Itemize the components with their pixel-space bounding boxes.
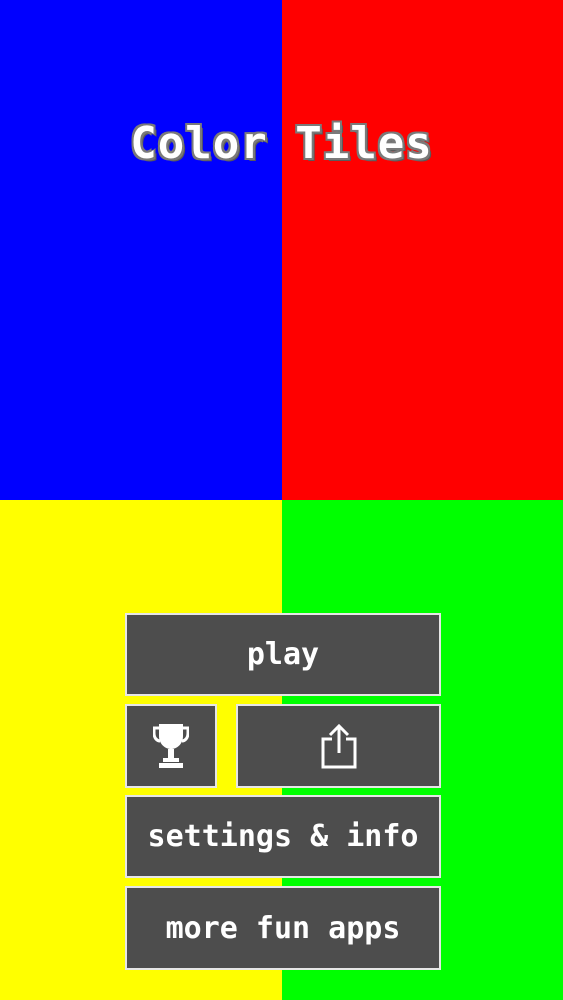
- tile-blue: [0, 0, 282, 500]
- trophy-icon: [153, 722, 189, 770]
- more-apps-button-label: more fun apps: [165, 910, 401, 946]
- settings-button-label: settings & info: [147, 819, 419, 854]
- play-button-label: play: [246, 637, 320, 672]
- share-icon: [320, 723, 358, 769]
- settings-info-button[interactable]: settings & info: [125, 795, 441, 878]
- game-title: Color Tiles: [130, 118, 433, 169]
- tile-red: [282, 0, 563, 500]
- leaderboard-button[interactable]: [125, 704, 217, 788]
- play-button[interactable]: play: [125, 613, 441, 696]
- more-apps-button[interactable]: more fun apps: [125, 886, 441, 970]
- share-button[interactable]: [236, 704, 441, 788]
